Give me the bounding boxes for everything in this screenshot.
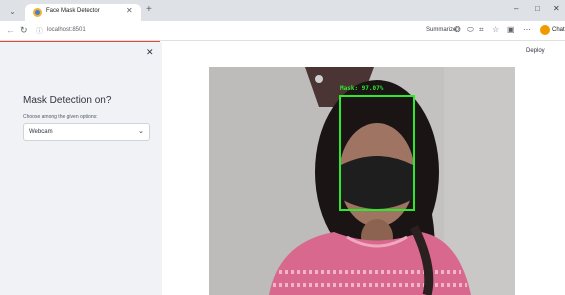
- summarize-icon[interactable]: ❂: [454, 25, 461, 34]
- sidebar-heading: Mask Detection on?: [23, 95, 112, 106]
- maximize-icon[interactable]: □: [535, 4, 540, 13]
- favicon-icon: [33, 8, 42, 17]
- browser-tab[interactable]: Face Mask Detector ✕: [25, 4, 141, 21]
- back-arrow-icon[interactable]: ←: [6, 25, 15, 35]
- summarize-button[interactable]: Summarize: [426, 27, 456, 33]
- extensions-icon[interactable]: ▣: [507, 25, 515, 34]
- site-info-icon[interactable]: ⓘ: [36, 26, 43, 36]
- source-select[interactable]: Webcam ⌄: [23, 123, 150, 141]
- address-bar-url[interactable]: localhost:8501: [47, 27, 86, 33]
- sidebar: ✕ Mask Detection on? Choose among the gi…: [0, 42, 162, 295]
- favorite-star-icon[interactable]: ☆: [492, 25, 499, 34]
- chevron-down-icon[interactable]: ⌄: [138, 127, 144, 135]
- read-aloud-icon[interactable]: ⌗: [479, 25, 484, 35]
- reload-icon[interactable]: ↻: [20, 25, 28, 36]
- tab-title: Face Mask Detector: [46, 8, 100, 14]
- more-menu-icon[interactable]: ⋯: [523, 25, 531, 34]
- browser-window: ⌄ Face Mask Detector ✕ + – □ ✕ ← ↻ ⓘ loc…: [0, 0, 565, 295]
- copilot-icon[interactable]: [540, 25, 550, 35]
- address-toolbar: ← ↻ ⓘ localhost:8501 Summarize ❂ ⬭ ⌗ ☆ ▣…: [0, 21, 565, 41]
- select-caption: Choose among the given options:: [23, 114, 98, 120]
- new-tab-plus-icon[interactable]: +: [146, 4, 152, 15]
- select-value: Webcam: [29, 129, 53, 135]
- sidebar-close-icon[interactable]: ✕: [146, 47, 154, 58]
- minimize-icon[interactable]: –: [514, 4, 518, 13]
- detection-label: Mask: 97.07%: [340, 85, 384, 92]
- detection-bounding-box: [339, 95, 415, 211]
- window-close-icon[interactable]: ✕: [553, 4, 560, 13]
- tab-list-chevron-icon[interactable]: ⌄: [8, 7, 17, 16]
- tab-close-icon[interactable]: ✕: [126, 6, 133, 15]
- webcam-frame: Mask: 97.07%: [209, 67, 515, 295]
- reading-mode-icon[interactable]: ⬭: [467, 25, 474, 35]
- chat-label[interactable]: Chat: [552, 27, 565, 33]
- tab-strip: ⌄ Face Mask Detector ✕ + – □ ✕: [0, 0, 565, 21]
- deploy-button[interactable]: Deploy: [526, 48, 545, 54]
